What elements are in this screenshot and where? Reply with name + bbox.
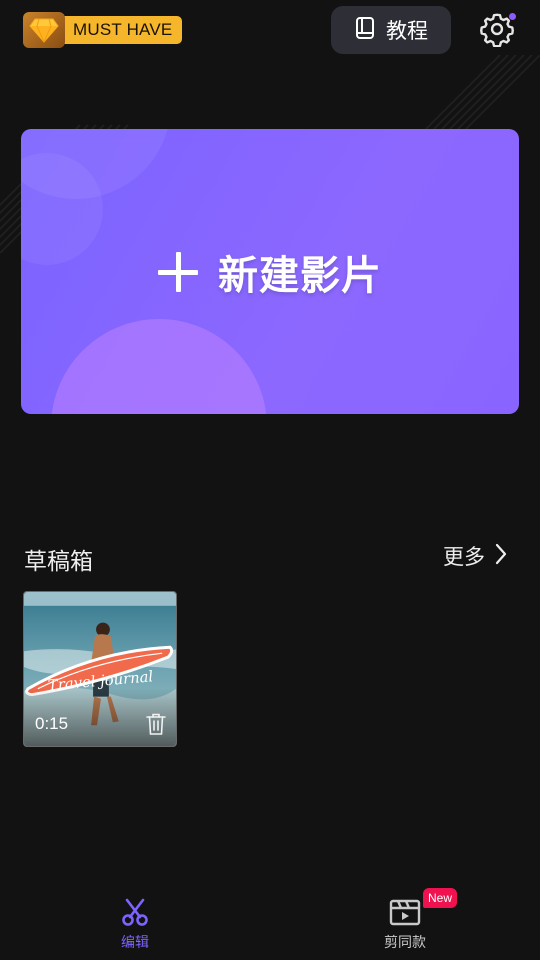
tutorial-button[interactable]: 教程 bbox=[331, 6, 451, 54]
diamond-icon bbox=[23, 12, 65, 48]
more-label: 更多 bbox=[443, 545, 485, 569]
decor-circle bbox=[51, 319, 267, 414]
vip-label: MUST HAVE bbox=[59, 16, 183, 44]
clapperboard-icon bbox=[389, 898, 421, 930]
plus-icon bbox=[158, 251, 198, 292]
more-button[interactable]: 更多 bbox=[443, 540, 507, 572]
new-project-label: 新建影片 bbox=[218, 252, 382, 299]
book-icon bbox=[354, 16, 376, 44]
tab-edit[interactable]: 编辑 bbox=[80, 898, 190, 952]
notification-dot bbox=[509, 13, 516, 20]
drafts-title: 草稿箱 bbox=[24, 549, 93, 575]
scissors-icon bbox=[120, 898, 150, 930]
tab-edit-label: 编辑 bbox=[121, 935, 149, 951]
new-badge: New bbox=[423, 888, 458, 908]
vip-badge[interactable]: MUST HAVE bbox=[23, 12, 183, 48]
draft-item[interactable]: Travel journal 0:15 bbox=[23, 591, 177, 747]
settings-button[interactable] bbox=[476, 10, 518, 52]
chevron-right-icon bbox=[495, 543, 507, 570]
tab-templates-label: 剪同款 bbox=[384, 935, 426, 951]
new-project-button[interactable]: 新建影片 bbox=[21, 129, 519, 414]
tutorial-label: 教程 bbox=[386, 19, 428, 43]
trash-icon[interactable] bbox=[145, 712, 167, 736]
draft-duration: 0:15 bbox=[35, 714, 69, 733]
